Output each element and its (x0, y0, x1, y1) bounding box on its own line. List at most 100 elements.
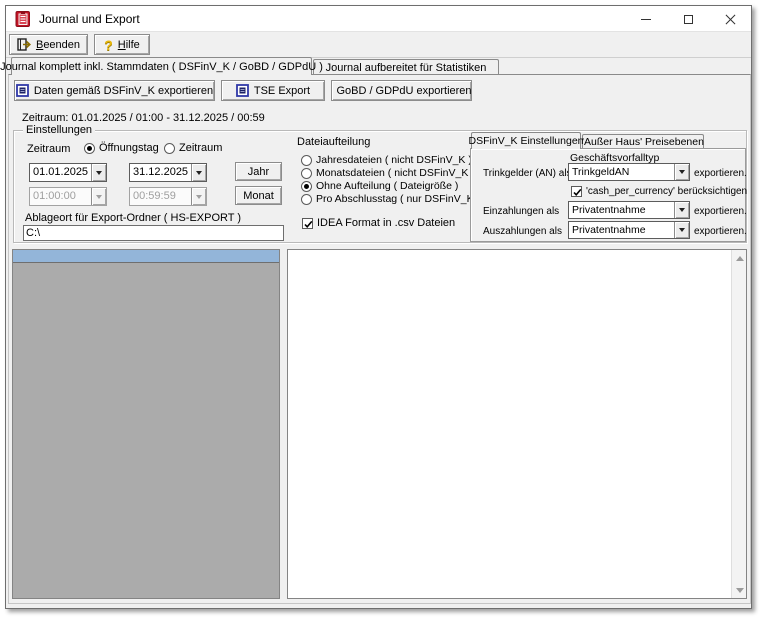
time-from-combo: 01:00:00 (29, 187, 107, 206)
export-dsfinvk-label: Daten gemäß DSFinV_K exportieren (34, 85, 213, 97)
export-gobd-label: GoBD / GDPdU exportieren (336, 85, 471, 97)
year-button[interactable]: Jahr (235, 162, 282, 181)
dsfinvk-settings-panel: Geschäftsvorfalltyp Trinkgelder (AN) als… (470, 148, 746, 242)
tab-dsfinvk-settings[interactable]: DSFinV_K Einstellungen (471, 132, 581, 149)
export-dsfinvk-button[interactable]: Daten gemäß DSFinV_K exportieren (14, 80, 215, 101)
tab-journal-komplett[interactable]: Journal komplett inkl. Stammdaten ( DSFi… (11, 57, 312, 75)
chevron-down-icon (91, 188, 106, 205)
period-summary: Zeitraum: 01.01.2025 / 01:00 - 31.12.202… (22, 112, 265, 124)
checkbox-icon (302, 218, 313, 229)
radio-period-label: Zeitraum (179, 142, 222, 154)
tab-journal-statistiken[interactable]: Journal aufbereitet für Statistiken (313, 59, 499, 75)
radio-opening-day-label: Öffnungstag (99, 142, 159, 154)
radio-yearly-files[interactable]: Jahresdateien ( nicht DSFinV_K ) (301, 154, 472, 166)
radio-no-split-label: Ohne Aufteilung ( Dateigröße ) (316, 180, 458, 192)
export-icon (236, 84, 249, 97)
date-to-combo[interactable]: 31.12.2025 (129, 163, 207, 182)
year-button-label: Jahr (248, 166, 269, 178)
help-button[interactable]: ? Hilfe (94, 34, 150, 55)
tab-ausser-haus-label: 'Außer Haus' Preisebenen (582, 136, 704, 148)
tips-label: Trinkgelder (AN) als (483, 168, 572, 179)
radio-icon (301, 194, 312, 205)
close-button[interactable] (709, 6, 751, 32)
journal-app-icon (15, 11, 31, 27)
radio-opening-day[interactable]: Öffnungstag (84, 142, 159, 154)
date-from-value: 01.01.2025 (30, 164, 91, 181)
minimize-button[interactable] (625, 6, 667, 32)
radio-no-split[interactable]: Ohne Aufteilung ( Dateigröße ) (301, 180, 458, 192)
check-icon (303, 219, 314, 230)
cash-per-currency-label: 'cash_per_currency' berücksichtigen (586, 186, 747, 197)
radio-monthly-files[interactable]: Monatsdateien ( nicht DSFinV_K ) (301, 167, 475, 179)
chevron-down-icon[interactable] (674, 202, 689, 218)
check-icon (572, 187, 583, 198)
withdrawals-combo[interactable]: Privatentnahme (568, 221, 690, 239)
date-from-combo[interactable]: 01.01.2025 (29, 163, 107, 182)
help-icon: ? (104, 39, 113, 51)
quit-button-label: Beenden (36, 39, 80, 51)
window-title: Journal und Export (39, 12, 140, 26)
withdrawals-suffix: exportieren. (694, 226, 747, 237)
deposits-label: Einzahlungen als (483, 206, 559, 217)
tips-suffix: exportieren. (694, 168, 747, 179)
deposits-suffix: exportieren. (694, 206, 747, 217)
tab-ausser-haus[interactable]: 'Außer Haus' Preisebenen (582, 134, 704, 149)
quit-button[interactable]: Beenden (9, 34, 88, 55)
exit-icon (17, 38, 31, 51)
export-file-list[interactable] (12, 249, 280, 599)
scroll-down-icon[interactable] (732, 582, 747, 598)
cash-per-currency-checkbox[interactable]: 'cash_per_currency' berücksichtigen (571, 186, 747, 197)
export-folder-label: Ablageort für Export-Ordner ( HS-EXPORT … (25, 212, 241, 224)
tips-combo[interactable]: TrinkgeldAN (568, 163, 690, 181)
title-bar: Journal und Export (6, 6, 751, 32)
radio-period[interactable]: Zeitraum (164, 142, 222, 154)
time-from-value: 01:00:00 (30, 188, 91, 205)
time-to-combo: 00:59:59 (129, 187, 207, 206)
time-to-value: 00:59:59 (130, 188, 191, 205)
deposits-combo[interactable]: Privatentnahme (568, 201, 690, 219)
radio-yearly-files-label: Jahresdateien ( nicht DSFinV_K ) (316, 154, 472, 166)
withdrawals-combo-value: Privatentnahme (569, 222, 674, 238)
chevron-down-icon[interactable] (674, 164, 689, 180)
checkbox-icon (571, 186, 582, 197)
export-gobd-button[interactable]: GoBD / GDPdU exportieren (331, 80, 472, 101)
tab-journal-statistiken-label: Journal aufbereitet für Statistiken (326, 62, 487, 74)
scroll-up-icon[interactable] (732, 250, 747, 266)
tab-dsfinvk-settings-label: DSFinV_K Einstellungen (469, 135, 584, 147)
export-icon (16, 84, 29, 97)
idea-format-checkbox[interactable]: IDEA Format in .csv Dateien (302, 217, 455, 229)
tips-combo-value: TrinkgeldAN (569, 164, 674, 180)
settings-group-label: Einstellungen (23, 124, 95, 136)
tse-export-button[interactable]: TSE Export (221, 80, 325, 101)
toolbar: Beenden ? Hilfe (6, 32, 751, 58)
export-folder-input[interactable]: C:\ (23, 225, 284, 241)
radio-icon (164, 143, 175, 154)
tab-journal-komplett-label: Journal komplett inkl. Stammdaten ( DSFi… (0, 61, 323, 73)
radio-per-closing-day-label: Pro Abschlusstag ( nur DSFinV_K ) (316, 193, 480, 205)
month-button-label: Monat (243, 190, 274, 202)
list-header-row[interactable] (13, 250, 279, 263)
file-split-label: Dateiaufteilung (297, 136, 370, 148)
radio-icon (84, 143, 95, 154)
chevron-down-icon (191, 188, 206, 205)
tab-page: Daten gemäß DSFinV_K exportieren TSE Exp… (8, 74, 751, 604)
chevron-down-icon[interactable] (191, 164, 206, 181)
chevron-down-icon[interactable] (674, 222, 689, 238)
radio-per-closing-day[interactable]: Pro Abschlusstag ( nur DSFinV_K ) (301, 193, 480, 205)
close-icon (725, 14, 736, 25)
zeitraum-label: Zeitraum (27, 143, 70, 155)
withdrawals-label: Auszahlungen als (483, 226, 562, 237)
minimize-icon (641, 19, 651, 20)
deposits-combo-value: Privatentnahme (569, 202, 674, 218)
chevron-down-icon[interactable] (91, 164, 106, 181)
tse-export-label: TSE Export (254, 85, 310, 97)
month-button[interactable]: Monat (235, 186, 282, 205)
radio-icon (301, 155, 312, 166)
vertical-scrollbar[interactable] (731, 250, 746, 598)
journal-export-window: Journal und Export Beenden ? Hilfe Journ… (5, 5, 752, 609)
log-output-area[interactable] (287, 249, 747, 599)
maximize-button[interactable] (667, 6, 709, 32)
radio-icon (301, 181, 312, 192)
settings-group: Einstellungen Zeitraum Öffnungstag Zeitr… (13, 130, 747, 243)
date-to-value: 31.12.2025 (130, 164, 191, 181)
